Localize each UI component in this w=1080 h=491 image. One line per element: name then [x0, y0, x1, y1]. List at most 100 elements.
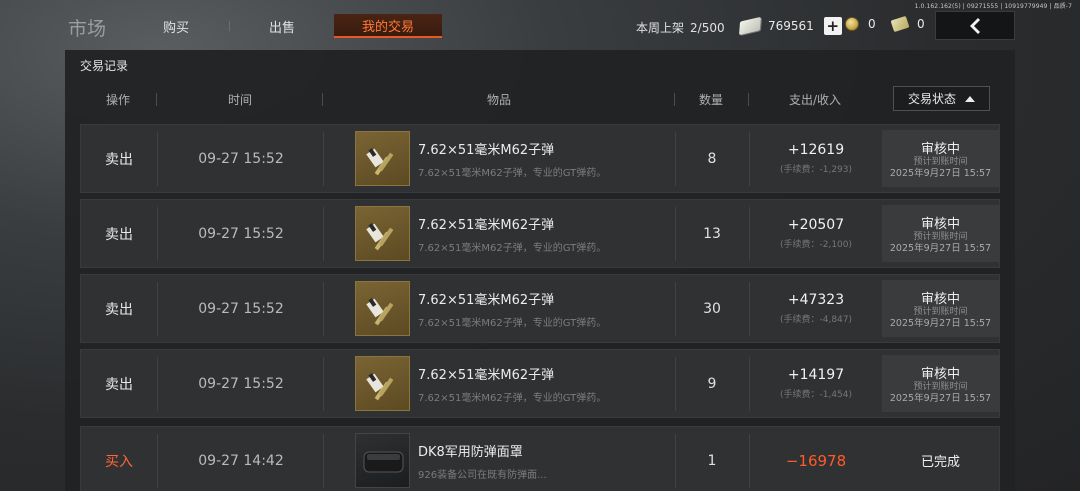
row-divider — [157, 434, 158, 488]
col-header-operation: 操作 — [105, 92, 130, 107]
cash-balance: 769561 + — [738, 16, 842, 36]
row-quantity: 30 — [703, 300, 721, 317]
item-name: 7.62×51毫米M62子弹 — [418, 218, 555, 233]
row-amount: +20507 (手续费：-2,100) — [751, 200, 881, 267]
weekly-listing-stat: 本周上架 2/500 — [636, 19, 725, 36]
item-description: 926装备公司在既有防弹面... — [418, 470, 547, 481]
table-row[interactable]: 卖出 09-27 15:52 7.62×51毫米M62子弹 7.62×51毫米M… — [80, 274, 1000, 343]
status-badge: 审核中 预计到账时间 2025年9月27日 15:57 — [882, 355, 999, 412]
table-row[interactable]: 卖出 09-27 15:52 7.62×51毫米M62子弹 7.62×51毫米M… — [80, 124, 1000, 193]
row-amount: +47323 (手续费：-4,847) — [751, 275, 881, 342]
row-quantity: 13 — [703, 225, 721, 242]
amount-value: +20507 — [787, 217, 845, 233]
row-divider — [157, 282, 158, 336]
table-row[interactable]: 卖出 09-27 15:52 7.62×51毫米M62子弹 7.62×51毫米M… — [80, 199, 1000, 268]
row-divider — [157, 357, 158, 411]
ticket-balance: 0 — [890, 15, 925, 33]
status-sort-button[interactable]: 交易状态 — [893, 86, 990, 111]
weekly-listing-value: 2/500 — [690, 21, 725, 35]
item-thumbnail[interactable] — [355, 356, 410, 411]
trade-records-panel: 交易记录 操作 时间 物品 数量 支出/收入 交易状态 卖出 09-27 15:… — [65, 50, 1015, 491]
status-badge: 审核中 预计到账时间 2025年9月27日 15:57 — [882, 205, 999, 262]
table-header: 操作 时间 物品 数量 支出/收入 交易状态 — [65, 84, 1015, 114]
add-cash-button[interactable]: + — [823, 17, 842, 35]
header-divider — [322, 93, 323, 106]
row-operation: 买入 — [105, 453, 133, 470]
build-info: 1.0.162.162(5) | 09271555 | 10919779949 … — [914, 3, 1072, 10]
table-row[interactable]: 卖出 09-27 15:52 7.62×51毫米M62子弹 7.62×51毫米M… — [80, 349, 1000, 418]
sort-caret-up-icon — [965, 95, 975, 102]
item-thumbnail[interactable] — [355, 206, 410, 261]
row-quantity: 1 — [707, 452, 717, 469]
item-description: 7.62×51毫米M62子弹，专业的GT弹药。 — [418, 318, 607, 329]
status-badge: 审核中 预计到账时间 2025年9月27日 15:57 — [882, 130, 999, 187]
panel-title: 交易记录 — [80, 59, 129, 73]
row-divider — [749, 132, 750, 186]
cash-value: 769561 — [768, 19, 814, 33]
status-badge: 已完成 — [882, 432, 999, 489]
item-thumbnail[interactable] — [355, 281, 410, 336]
tab-sell[interactable]: 出售 — [228, 14, 336, 38]
cash-icon — [738, 16, 762, 36]
header-divider — [748, 93, 749, 106]
row-operation: 卖出 — [105, 376, 133, 393]
item-description: 7.62×51毫米M62子弹，专业的GT弹药。 — [418, 393, 607, 404]
status-text: 审核中 — [920, 141, 960, 157]
fee-value: (手续费：-1,454) — [779, 390, 853, 400]
item-description: 7.62×51毫米M62子弹，专业的GT弹药。 — [418, 168, 607, 179]
row-amount: +12619 (手续费：-1,293) — [751, 125, 881, 192]
row-divider — [749, 434, 750, 488]
page-title: 市场 — [68, 18, 107, 40]
row-time: 09-27 15:52 — [198, 150, 284, 167]
row-time: 09-27 14:42 — [198, 452, 284, 469]
item-name: 7.62×51毫米M62子弹 — [418, 368, 555, 383]
back-button[interactable] — [935, 11, 1015, 40]
status-text: 已完成 — [920, 455, 960, 470]
fee-value: (手续费：-2,100) — [779, 240, 853, 250]
status-eta-label: 预计到账时间 — [913, 231, 968, 242]
ammo-item-icon — [366, 223, 394, 251]
item-description: 7.62×51毫米M62子弹，专业的GT弹药。 — [418, 243, 607, 254]
status-eta-date: 2025年9月27日 15:57 — [889, 242, 992, 254]
col-header-item: 物品 — [486, 92, 511, 107]
item-name: 7.62×51毫米M62子弹 — [418, 143, 555, 158]
row-amount: +14197 (手续费：-1,454) — [751, 350, 881, 417]
fee-value: (手续费：-1,293) — [779, 165, 853, 175]
table-row[interactable]: 买入 09-27 14:42 DK8军用防弹面罩 926装备公司在既有防弹面..… — [80, 426, 1000, 491]
tab-buy[interactable]: 购买 — [122, 14, 230, 38]
status-badge: 审核中 预计到账时间 2025年9月27日 15:57 — [882, 280, 999, 337]
tab-my-trades[interactable]: 我的交易 — [334, 14, 442, 38]
item-name: DK8军用防弹面罩 — [418, 445, 523, 460]
status-text: 审核中 — [920, 216, 960, 232]
header-divider — [156, 93, 157, 106]
row-divider — [749, 207, 750, 261]
row-divider — [749, 357, 750, 411]
status-eta-label: 预计到账时间 — [913, 306, 968, 317]
item-thumbnail[interactable] — [355, 131, 410, 186]
ammo-item-icon — [366, 148, 394, 176]
ammo-item-icon — [366, 298, 394, 326]
row-quantity: 8 — [707, 150, 717, 167]
row-operation: 卖出 — [105, 151, 133, 168]
item-thumbnail[interactable] — [355, 433, 410, 488]
row-divider — [323, 132, 324, 186]
weekly-listing-label: 本周上架 — [636, 21, 685, 35]
status-eta-label: 预计到账时间 — [913, 381, 968, 392]
mask-item-icon — [363, 451, 404, 473]
row-divider — [157, 132, 158, 186]
status-text: 审核中 — [920, 366, 960, 382]
coin-value: 0 — [868, 17, 876, 31]
fee-value: (手续费：-4,847) — [779, 315, 853, 325]
ticket-icon — [890, 15, 910, 33]
top-bar: 1.0.162.162(5) | 09271555 | 10919779949 … — [0, 0, 1080, 50]
col-header-status: 交易状态 — [907, 92, 956, 106]
ammo-item-icon — [366, 373, 394, 401]
row-divider — [323, 282, 324, 336]
row-operation: 卖出 — [105, 301, 133, 318]
row-divider — [323, 357, 324, 411]
status-text: 审核中 — [920, 291, 960, 307]
amount-value: +14197 — [787, 367, 845, 383]
row-time: 09-27 15:52 — [198, 375, 284, 392]
status-eta-label: 预计到账时间 — [913, 156, 968, 167]
coin-icon — [845, 17, 859, 31]
